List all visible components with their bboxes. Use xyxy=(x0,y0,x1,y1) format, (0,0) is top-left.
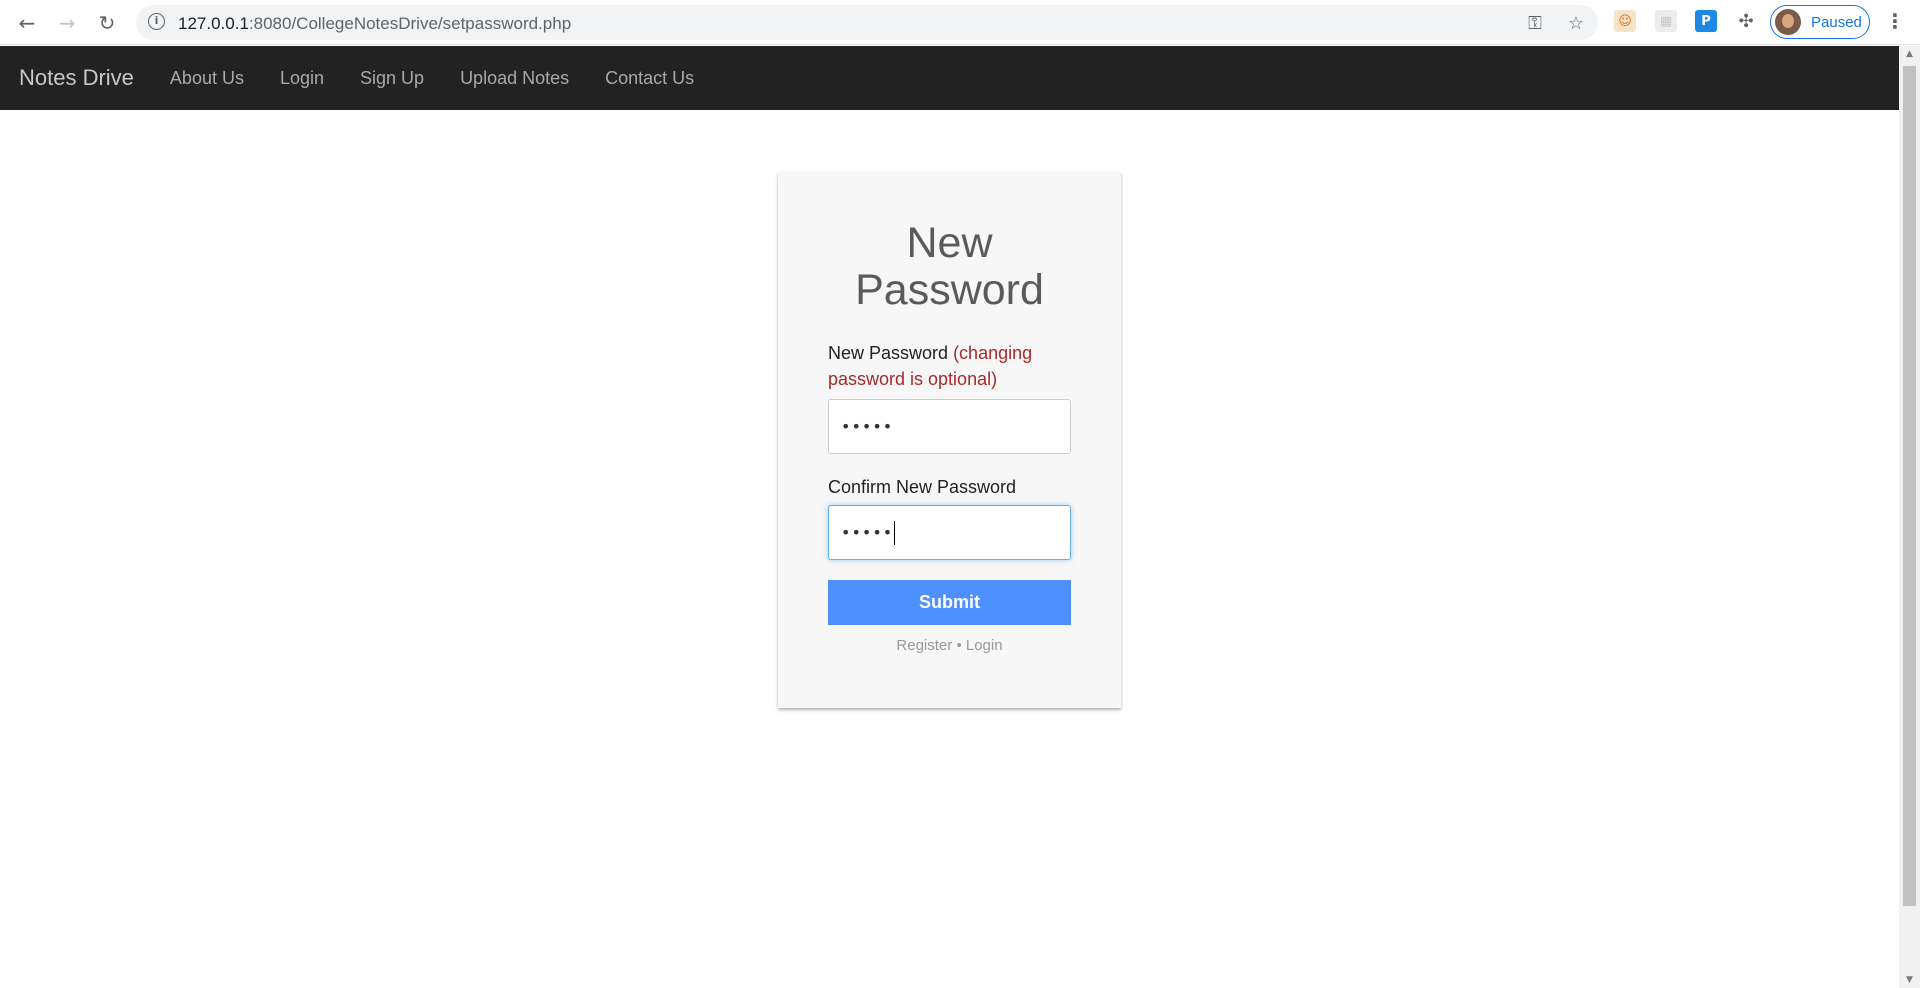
nav-upload-notes[interactable]: Upload Notes xyxy=(460,68,569,89)
title-line-1: New xyxy=(906,219,993,267)
avatar xyxy=(1775,9,1801,35)
new-password-value: ••••• xyxy=(841,417,894,436)
new-password-input[interactable]: ••••• xyxy=(828,399,1071,454)
new-password-card: New Password New Password (changing pass… xyxy=(778,172,1121,708)
nav-sign-up[interactable]: Sign Up xyxy=(360,68,424,89)
url-host: 127.0.0.1 xyxy=(178,14,249,33)
scroll-up-icon[interactable]: ▲ xyxy=(1899,46,1920,62)
login-link[interactable]: Login xyxy=(966,637,1003,654)
submit-button[interactable]: Submit xyxy=(828,580,1071,625)
confirm-password-input[interactable]: ••••• xyxy=(828,505,1071,560)
page-title: New Password xyxy=(778,220,1121,314)
text-caret xyxy=(894,520,896,545)
more-menu-icon[interactable]: ⋮ xyxy=(1885,10,1905,34)
profile-button[interactable]: Paused xyxy=(1770,5,1870,39)
footer-links: Register • Login xyxy=(778,637,1121,654)
confirm-password-label-text: Confirm New Password xyxy=(828,477,1017,497)
footer-separator: • xyxy=(956,637,962,654)
info-icon[interactable]: i xyxy=(148,13,165,30)
browser-toolbar: ← → ↻ i 127.0.0.1:8080/CollegeNotesDrive… xyxy=(0,0,1920,45)
nav-contact-us[interactable]: Contact Us xyxy=(605,68,694,89)
forward-icon[interactable]: → xyxy=(54,10,80,36)
extension-icon-1[interactable]: ☺ xyxy=(1614,10,1636,32)
url-path: :8080/CollegeNotesDrive/setpassword.php xyxy=(248,14,572,33)
register-link[interactable]: Register xyxy=(896,637,952,654)
confirm-password-value: ••••• xyxy=(841,523,894,542)
scroll-down-icon[interactable]: ▼ xyxy=(1899,972,1920,988)
nav-about-us[interactable]: About Us xyxy=(170,68,244,89)
new-password-label: New Password (changing password is optio… xyxy=(828,340,1078,392)
reload-icon[interactable]: ↻ xyxy=(94,10,120,36)
new-password-label-text: New Password xyxy=(828,343,949,363)
puzzle-icon[interactable]: ✣ xyxy=(1735,10,1757,32)
extension-icon-p[interactable]: P xyxy=(1695,10,1717,32)
scroll-thumb[interactable] xyxy=(1903,66,1916,906)
profile-label: Paused xyxy=(1811,13,1862,31)
title-line-2: Password xyxy=(855,266,1044,314)
key-icon[interactable]: ⚿ xyxy=(1523,11,1547,35)
back-icon[interactable]: ← xyxy=(14,10,40,36)
nav-login[interactable]: Login xyxy=(280,68,324,89)
confirm-password-label: Confirm New Password xyxy=(828,474,1078,500)
address-bar[interactable]: i 127.0.0.1:8080/CollegeNotesDrive/setpa… xyxy=(136,5,1598,40)
url-text[interactable]: 127.0.0.1:8080/CollegeNotesDrive/setpass… xyxy=(178,14,571,34)
site-navbar: Notes Drive About Us Login Sign Up Uploa… xyxy=(0,46,1899,110)
brand-link[interactable]: Notes Drive xyxy=(19,65,134,91)
page-scrollbar[interactable]: ▲ ▼ xyxy=(1899,46,1920,988)
star-icon[interactable]: ☆ xyxy=(1564,11,1588,35)
extension-icon-2[interactable]: ▦ xyxy=(1655,10,1677,32)
